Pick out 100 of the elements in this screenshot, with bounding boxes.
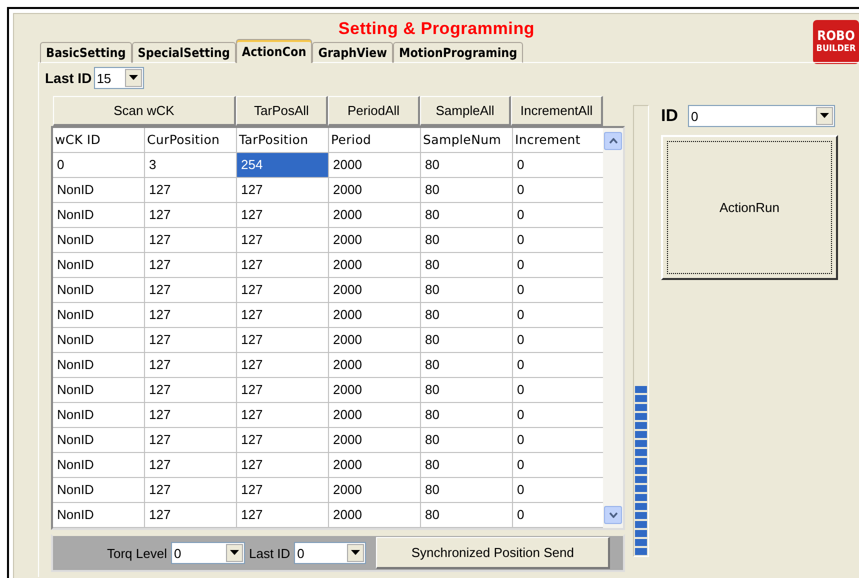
table-cell[interactable]: 2000 [329,328,421,353]
table-cell[interactable]: NonID [53,253,145,278]
table-cell[interactable]: NonID [53,303,145,328]
table-cell[interactable]: 127 [237,253,329,278]
table-cell[interactable]: 127 [145,278,237,303]
table-cell[interactable]: 127 [145,203,237,228]
column-header: CurPosition [145,128,237,153]
table-cell[interactable]: 80 [421,428,513,453]
table-cell[interactable]: 80 [421,353,513,378]
table-cell[interactable]: 2000 [329,378,421,403]
table-cell[interactable]: NonID [53,453,145,478]
table-cell[interactable]: 127 [237,428,329,453]
table-cell[interactable]: 127 [145,428,237,453]
table-cell[interactable]: 127 [237,203,329,228]
table-cell[interactable]: NonID [53,378,145,403]
last-id-dropdown[interactable]: 0 [294,542,366,564]
table-cell[interactable]: 2000 [329,503,421,528]
table-cell[interactable]: 127 [237,278,329,303]
table-cell[interactable]: 2000 [329,178,421,203]
table-cell[interactable]: 254 [237,153,329,178]
tab[interactable]: SpecialSetting [132,42,236,63]
table-cell[interactable]: 127 [145,378,237,403]
table-cell[interactable]: 2000 [329,228,421,253]
table-cell[interactable]: 2000 [329,403,421,428]
table-cell[interactable]: NonID [53,203,145,228]
table-cell[interactable]: 80 [421,253,513,278]
table-cell[interactable]: 0 [53,153,145,178]
action-button[interactable]: PeriodAll [328,96,420,126]
column-header: Period [329,128,421,153]
table-cell[interactable]: 127 [145,178,237,203]
table-cell[interactable]: 127 [145,403,237,428]
table-cell[interactable]: 80 [421,278,513,303]
send-button[interactable]: Synchronized Position Send [376,537,610,569]
tab[interactable]: MotionPrograming [393,42,524,63]
action-button[interactable]: Scan wCK [53,96,236,126]
tab[interactable]: BasicSetting [40,42,132,63]
table-cell[interactable]: 127 [237,353,329,378]
id-dropdown[interactable]: 0 [688,105,835,127]
scrollbar[interactable] [603,128,623,528]
table-cell[interactable]: 2000 [329,478,421,503]
table-cell[interactable]: 80 [421,403,513,428]
column-header: SampleNum [421,128,513,153]
table-cell[interactable]: 127 [145,453,237,478]
caret-up-icon [608,138,618,144]
table-cell[interactable]: NonID [53,403,145,428]
table-cell[interactable]: 127 [237,178,329,203]
table-cell[interactable]: 80 [421,478,513,503]
table-cell[interactable]: 80 [421,153,513,178]
table-cell[interactable]: NonID [53,278,145,303]
table-cell[interactable]: 127 [237,328,329,353]
table-cell[interactable]: 3 [145,153,237,178]
table-cell[interactable]: 80 [421,203,513,228]
table-cell[interactable]: 2000 [329,453,421,478]
action-run-button[interactable]: ActionRun [661,135,838,280]
table-cell[interactable]: 2000 [329,353,421,378]
tab[interactable]: ActionCon [236,39,312,63]
table-cell[interactable]: 127 [237,303,329,328]
table-cell[interactable]: 127 [145,228,237,253]
table-cell[interactable]: NonID [53,428,145,453]
table-cell[interactable]: 127 [237,403,329,428]
table-cell[interactable]: 127 [145,303,237,328]
action-button[interactable]: TarPosAll [236,96,328,126]
table-cell[interactable]: 80 [421,503,513,528]
column-header: TarPosition [237,128,329,153]
table-cell[interactable]: 2000 [329,278,421,303]
table-cell[interactable]: 2000 [329,153,421,178]
action-button[interactable]: IncrementAll [511,96,603,126]
torq-level-dropdown[interactable]: 0 [170,542,245,564]
table-cell[interactable]: 127 [145,503,237,528]
table-cell[interactable]: NonID [53,503,145,528]
tab[interactable]: GraphView [312,42,394,63]
table-cell[interactable]: 2000 [329,303,421,328]
table-cell[interactable]: 127 [145,328,237,353]
table-cell[interactable]: 127 [237,378,329,403]
table-cell[interactable]: 80 [421,328,513,353]
table-cell[interactable]: 80 [421,378,513,403]
table-cell[interactable]: NonID [53,353,145,378]
table-cell[interactable]: 127 [145,478,237,503]
table-cell[interactable]: 127 [237,478,329,503]
table-cell[interactable]: 127 [237,228,329,253]
table-cell[interactable]: 80 [421,303,513,328]
last-id-dropdown[interactable]: 15 [94,67,144,89]
table-cell[interactable]: NonID [53,178,145,203]
table-cell[interactable]: 127 [237,453,329,478]
table-cell[interactable]: 80 [421,228,513,253]
caret-down-icon [230,550,239,556]
table-cell[interactable]: 2000 [329,203,421,228]
table-cell[interactable]: 80 [421,178,513,203]
last-id-label: Last ID [248,546,290,560]
table-cell[interactable]: 80 [421,453,513,478]
table-cell[interactable]: 2000 [329,253,421,278]
table-cell[interactable]: NonID [53,478,145,503]
logo: ROBO BUILDER [813,20,859,64]
table-cell[interactable]: NonID [53,328,145,353]
table-cell[interactable]: 127 [237,503,329,528]
table-cell[interactable]: NonID [53,228,145,253]
action-button[interactable]: SampleAll [420,96,511,126]
table-cell[interactable]: 127 [145,353,237,378]
table-cell[interactable]: 2000 [329,428,421,453]
table-cell[interactable]: 127 [145,253,237,278]
